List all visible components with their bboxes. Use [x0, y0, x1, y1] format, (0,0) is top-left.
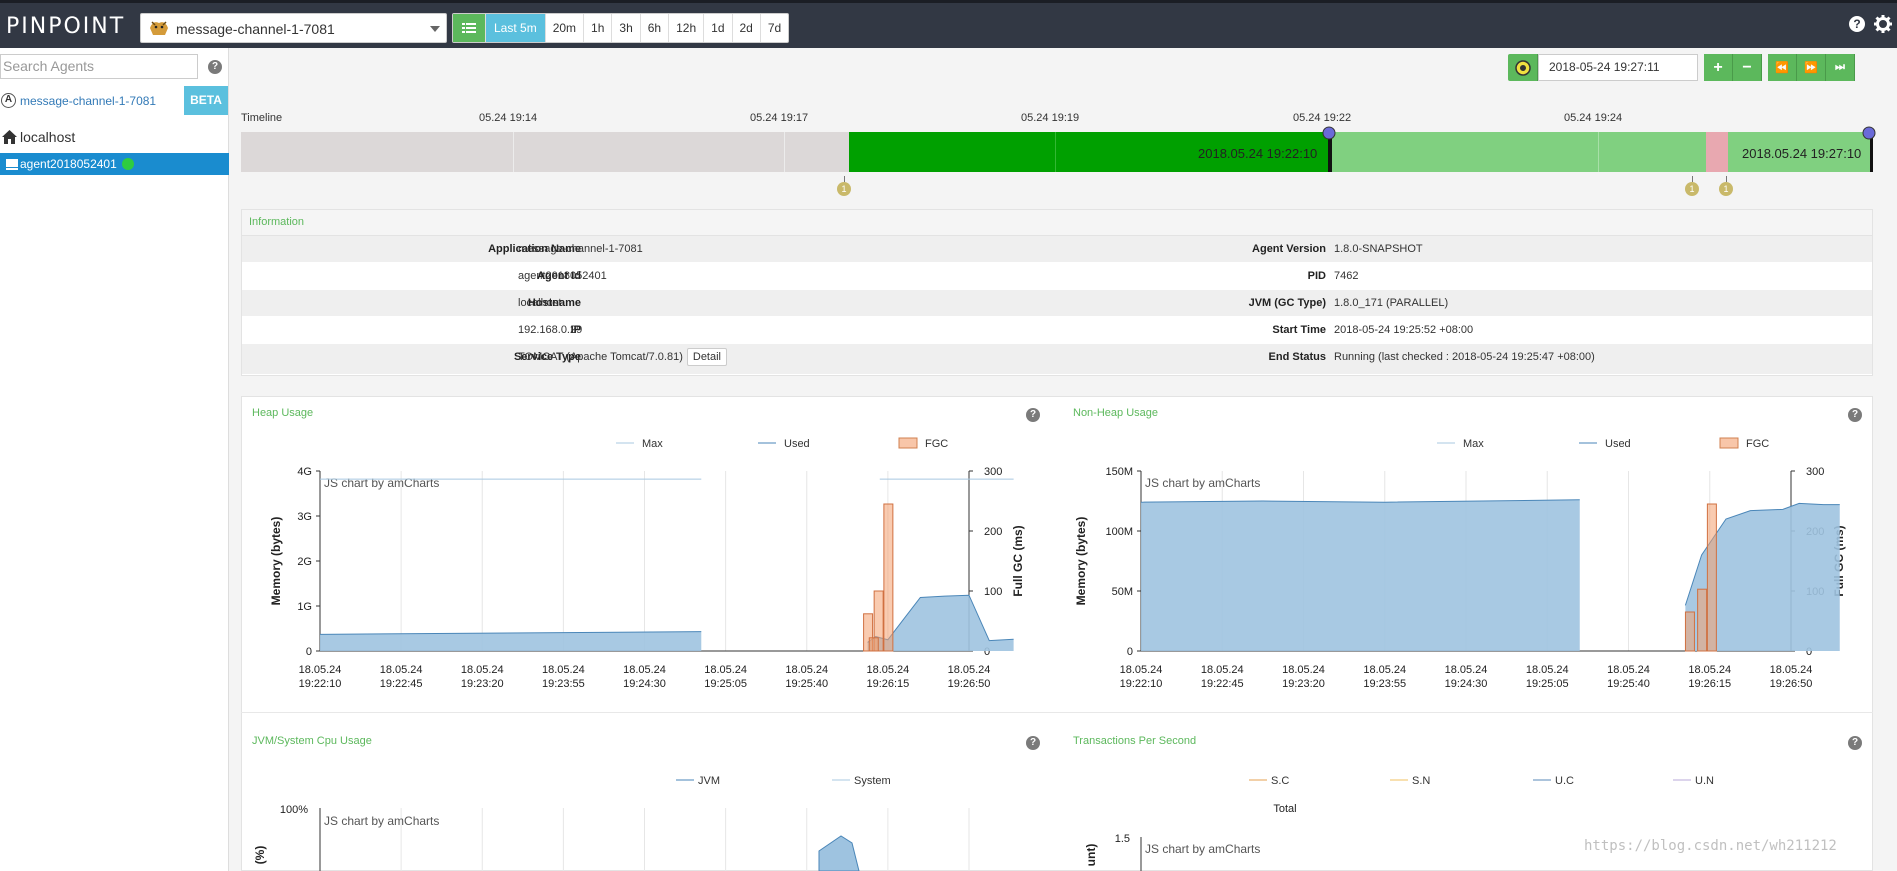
x-tick-label: 18.05.24	[1363, 664, 1406, 676]
y2-tick-label: 200	[984, 526, 1002, 538]
x-tick-label: 19:22:45	[380, 678, 423, 690]
x-tick-label: 18.05.24	[1770, 664, 1813, 676]
amcharts-credit: JS chart by amCharts	[1145, 842, 1260, 856]
y-axis-label: unt)	[1084, 844, 1098, 867]
x-tick-label: 18.05.24	[542, 664, 585, 676]
x-tick-label: 18.05.24	[1201, 664, 1244, 676]
x-tick-label: 19:24:30	[623, 678, 666, 690]
x-tick-label: 18.05.24	[785, 664, 828, 676]
y-axis-label: Memory (bytes)	[269, 517, 283, 606]
x-tick-label: 18.05.24	[299, 664, 342, 676]
legend-label: Used	[1605, 438, 1631, 450]
fgc-bar	[883, 503, 894, 652]
amcharts-credit: JS chart by amCharts	[324, 476, 439, 490]
legend-label: FGC	[1746, 438, 1769, 450]
fgc-bar	[1697, 588, 1708, 652]
legend-label: FGC	[925, 438, 948, 450]
fgc-bar	[1684, 611, 1695, 652]
legend-label: Used	[784, 438, 810, 450]
y2-tick-label: 300	[984, 466, 1002, 478]
x-tick-label: 18.05.24	[623, 664, 666, 676]
legend-label: JVM	[698, 775, 720, 787]
x-tick-label: 19:26:15	[866, 678, 909, 690]
x-tick-label: 18.05.24	[461, 664, 504, 676]
x-tick-label: 18.05.24	[1526, 664, 1569, 676]
x-tick-label: 19:22:10	[299, 678, 342, 690]
watermark-text: https://blog.csdn.net/wh211212	[1584, 838, 1837, 854]
amcharts-credit: JS chart by amCharts	[1145, 476, 1260, 490]
x-tick-label: 18.05.24	[1282, 664, 1325, 676]
amcharts-credit: JS chart by amCharts	[324, 814, 439, 828]
y2-tick-label: 300	[1806, 466, 1824, 478]
legend-swatch	[1719, 437, 1739, 449]
x-tick-label: 18.05.24	[380, 664, 423, 676]
charts-canvas: Max Used FGC 0 1G 2G 3G 4G 0 100 200 300 18.05.24 19:…	[253, 437, 1846, 871]
x-tick-label: 18.05.24	[1120, 664, 1163, 676]
legend-label: S.C	[1271, 775, 1289, 787]
y-tick-label: 3G	[297, 511, 312, 523]
x-tick-label: 19:24:30	[1445, 678, 1488, 690]
x-tick-label: 18.05.24	[1688, 664, 1731, 676]
y-tick-label: 0	[306, 646, 312, 658]
x-tick-label: 19:26:15	[1688, 678, 1731, 690]
y-axis-label: Memory (bytes)	[1074, 517, 1088, 606]
x-tick-label: 19:23:20	[1282, 678, 1325, 690]
chart-subtitle: Total	[1273, 803, 1296, 815]
x-tick-label: 18.05.24	[1445, 664, 1488, 676]
legend-label: U.C	[1555, 775, 1574, 787]
legend-swatch	[898, 437, 918, 449]
x-tick-label: 19:22:45	[1201, 678, 1244, 690]
x-tick-label: 19:25:40	[1607, 678, 1650, 690]
legend-label: System	[854, 775, 891, 787]
x-tick-label: 19:26:50	[948, 678, 991, 690]
x-tick-label: 18.05.24	[1607, 664, 1650, 676]
y-tick-label: 1.5	[1115, 833, 1130, 845]
y2-axis-label: Full GC (ms)	[1011, 525, 1025, 596]
x-tick-label: 19:25:05	[704, 678, 747, 690]
x-tick-label: 19:23:55	[542, 678, 585, 690]
x-tick-label: 19:22:10	[1120, 678, 1163, 690]
x-tick-label: 19:23:20	[461, 678, 504, 690]
x-tick-label: 18.05.24	[704, 664, 747, 676]
y-axis-label: (%)	[253, 846, 267, 865]
y-tick-label: 1G	[297, 601, 312, 613]
x-tick-label: 18.05.24	[948, 664, 991, 676]
y-tick-label: 4G	[297, 466, 312, 478]
y-tick-label: 0	[1127, 646, 1133, 658]
legend-label: Max	[642, 438, 663, 450]
y-tick-label: 2G	[297, 556, 312, 568]
series-jvm-area	[818, 835, 860, 871]
series-used-area	[320, 631, 702, 651]
fgc-bar	[1706, 503, 1717, 652]
y-tick-label: 50M	[1112, 586, 1133, 598]
x-tick-label: 19:26:50	[1770, 678, 1813, 690]
fgc-bar	[868, 637, 879, 652]
x-tick-label: 18.05.24	[866, 664, 909, 676]
legend-label: U.N	[1695, 775, 1714, 787]
x-tick-label: 19:23:55	[1363, 678, 1406, 690]
y2-tick-label: 100	[984, 586, 1002, 598]
legend-label: S.N	[1412, 775, 1430, 787]
x-tick-label: 19:25:40	[785, 678, 828, 690]
legend-label: Max	[1463, 438, 1484, 450]
x-tick-label: 19:25:05	[1526, 678, 1569, 690]
y-tick-label: 100M	[1105, 526, 1133, 538]
y-tick-label: 150M	[1105, 466, 1133, 478]
series-used-area	[1141, 499, 1580, 651]
y-tick-label: 100%	[280, 804, 308, 816]
